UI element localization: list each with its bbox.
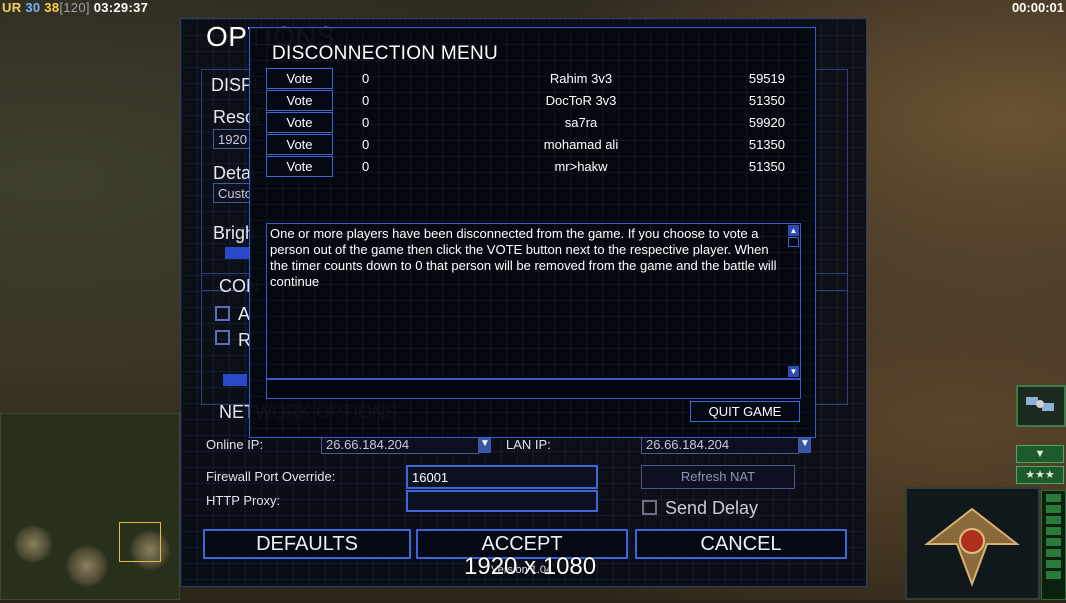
disconnection-title: DISCONNECTION MENU [272,43,499,64]
player-ping: 51350 [748,93,785,108]
defaults-button[interactable]: DEFAULTS [203,529,411,559]
firewall-port-input[interactable]: 16001 [406,465,598,489]
power-cell [1046,571,1061,579]
player-name: mohamad ali [543,137,619,152]
message-scrollbar[interactable]: ▲ ▼ [788,225,799,377]
player-row: Vote 0 mr>hakw 51350 [266,156,791,178]
http-proxy-input[interactable] [406,490,598,512]
game-timer: 00:00:01 [1011,0,1064,15]
satellite-glyph [1026,397,1054,411]
stat-c: [120] [59,0,90,15]
faction-tag: UR [2,0,22,15]
disconnection-menu: DISCONNECTION MENU Vote 0 Rahim 3v3 5951… [249,27,816,438]
eagle-emblem [924,507,1020,587]
power-cell [1046,538,1061,546]
player-row: Vote 0 DocToR 3v3 51350 [266,90,791,112]
cancel-button[interactable]: CANCEL [635,529,847,559]
lan-ip-label: LAN IP: [506,437,551,452]
vote-button[interactable]: Vote [266,90,333,111]
resolution-select[interactable]: 1920 [213,129,253,149]
disconnect-message-box[interactable]: One or more players have been disconnect… [266,223,801,379]
chat-input[interactable] [266,379,801,399]
player-ping: 51350 [748,159,785,174]
stat-b: 38 [44,0,60,15]
player-name: sa7ra [564,115,598,130]
scroll-up-icon[interactable]: ▲ [788,225,799,236]
detail-select[interactable]: Custo [213,183,253,203]
side-tab-chevron[interactable]: ▼ [1016,445,1064,463]
checkbox-retaliation[interactable] [215,330,230,345]
clock: 03:29:37 [93,0,149,15]
player-row: Vote 0 Rahim 3v3 59519 [266,68,791,90]
vote-count: 0 [362,71,370,86]
scroll-down-icon[interactable]: ▼ [788,366,799,377]
vote-button[interactable]: Vote [266,134,333,155]
vote-button[interactable]: Vote [266,112,333,133]
power-cell [1046,494,1061,502]
player-row: Vote 0 sa7ra 59920 [266,112,791,134]
disconnect-message: One or more players have been disconnect… [270,226,777,289]
player-name: mr>hakw [554,159,608,174]
player-ping: 59519 [748,71,785,86]
firewall-label: Firewall Port Override: [206,469,336,484]
scroll-speed-slider[interactable] [223,374,247,386]
power-cell [1046,527,1061,535]
minimap-view-frame [119,522,161,562]
star-rank-icon[interactable]: ★★★ [1016,466,1064,484]
power-cell [1046,549,1061,557]
stat-a: 30 [25,0,41,15]
power-cell [1046,560,1061,568]
send-delay-label: Send Delay [665,498,759,518]
vote-count: 0 [362,115,370,130]
player-ping: 59920 [748,115,785,130]
resolution-overlay: 1920 x 1080 [464,553,597,580]
player-name: Rahim 3v3 [549,71,613,86]
power-meter [1041,490,1066,600]
online-ip-label: Online IP: [206,437,264,452]
send-delay-checkbox[interactable] [642,500,657,515]
minimap-base [13,524,53,564]
power-cell [1046,516,1061,524]
vote-count: 0 [362,93,370,108]
scroll-thumb[interactable] [788,237,799,247]
vote-button[interactable]: Vote [266,156,333,177]
minimap-base [65,544,109,588]
vote-button[interactable]: Vote [266,68,333,89]
faction-emblem-icon [905,487,1040,600]
satellite-icon[interactable] [1016,385,1066,427]
vote-count: 0 [362,159,370,174]
quit-game-button[interactable]: QUIT GAME [690,401,800,422]
player-name: DocToR 3v3 [545,93,617,108]
power-cell [1046,505,1061,513]
player-ping: 51350 [748,137,785,152]
vote-count: 0 [362,137,370,152]
minimap[interactable] [0,413,180,600]
brightness-slider[interactable] [225,247,249,259]
refresh-nat-button[interactable]: Refresh NAT [641,465,795,489]
player-row: Vote 0 mohamad ali 51350 [266,134,791,156]
http-proxy-label: HTTP Proxy: [206,493,281,508]
checkbox-alternate-mouse[interactable] [215,306,230,321]
hud-stats: UR 30 38[120] 03:29:37 [2,0,148,15]
